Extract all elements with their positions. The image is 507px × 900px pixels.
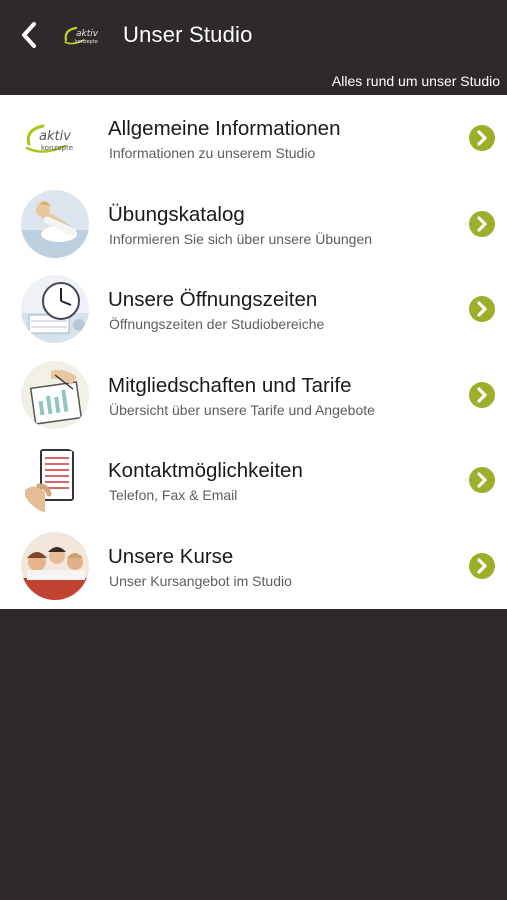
chevron-right-icon (469, 381, 495, 408)
svg-text:aktiv: aktiv (39, 129, 71, 144)
back-button[interactable] (14, 18, 44, 52)
aktiv-konzepte-logo-icon: aktiv konzepte (21, 104, 89, 172)
list-item-subtitle: Öffnungszeiten der Studiobereiche (109, 316, 325, 333)
svg-text:konzepte: konzepte (41, 144, 73, 152)
svg-text:konzepte: konzepte (75, 39, 98, 45)
studio-logo: aktiv konzepte (62, 24, 108, 48)
header-bar: aktiv konzepte Unser Studio (0, 0, 507, 72)
exercise-photo-icon (21, 189, 89, 258)
list-item-title: Allgemeine Informationen (108, 117, 341, 140)
list-item-title: Unsere Kurse (108, 544, 234, 568)
list-item-title: Übungskatalog (108, 202, 245, 226)
chevron-right-icon (469, 210, 495, 237)
list-item-kontaktmoeglichkeiten[interactable]: Kontaktmöglichkeiten Telefon, Fax & Emai… (0, 437, 507, 523)
list-item-allgemeine-informationen[interactable]: aktiv konzepte Allgemeine Informationen … (0, 95, 507, 181)
app-screen: aktiv konzepte Unser Studio Alles rund u… (0, 0, 507, 900)
chevron-left-icon (22, 22, 36, 48)
page-title: Unser Studio (123, 22, 253, 47)
svg-text:aktiv: aktiv (76, 29, 99, 39)
list-item-unsere-kurse[interactable]: Unsere Kurse Unser Kursangebot im Studio (0, 523, 507, 609)
chevron-right-icon (469, 125, 495, 151)
list-item-uebungskatalog[interactable]: Übungskatalog Informieren Sie sich über … (0, 181, 507, 267)
list-item-title: Unsere Öffnungszeiten (108, 288, 318, 312)
chevron-right-icon (469, 467, 495, 494)
list-item-subtitle: Unser Kursangebot im Studio (109, 572, 292, 589)
clock-photo-icon (21, 275, 89, 344)
list-item-oeffnungszeiten[interactable]: Unsere Öffnungszeiten Öffnungszeiten der… (0, 266, 507, 352)
chevron-right-icon (469, 552, 495, 579)
page-subtitle: Alles rund um unser Studio (331, 73, 500, 89)
list-item-title: Kontaktmöglichkeiten (108, 459, 303, 483)
list-item-subtitle: Informationen zu unserem Studio (109, 145, 316, 161)
contact-card-photo-icon (21, 446, 89, 515)
course-group-photo-icon (21, 531, 89, 600)
list-item-subtitle: Informieren Sie sich über unsere Übungen (109, 230, 373, 247)
tariff-chart-photo-icon (21, 360, 89, 429)
list-item-title: Mitgliedschaften und Tarife (108, 373, 352, 397)
chevron-right-icon (469, 296, 495, 323)
list-item-subtitle: Telefon, Fax & Email (109, 487, 238, 504)
studio-menu-list: aktiv konzepte Allgemeine Informationen … (0, 95, 507, 609)
list-item-subtitle: Übersicht über unsere Tarife und Angebot… (109, 401, 375, 418)
list-item-mitgliedschaften-und-tarife[interactable]: Mitgliedschaften und Tarife Übersicht üb… (0, 352, 507, 438)
